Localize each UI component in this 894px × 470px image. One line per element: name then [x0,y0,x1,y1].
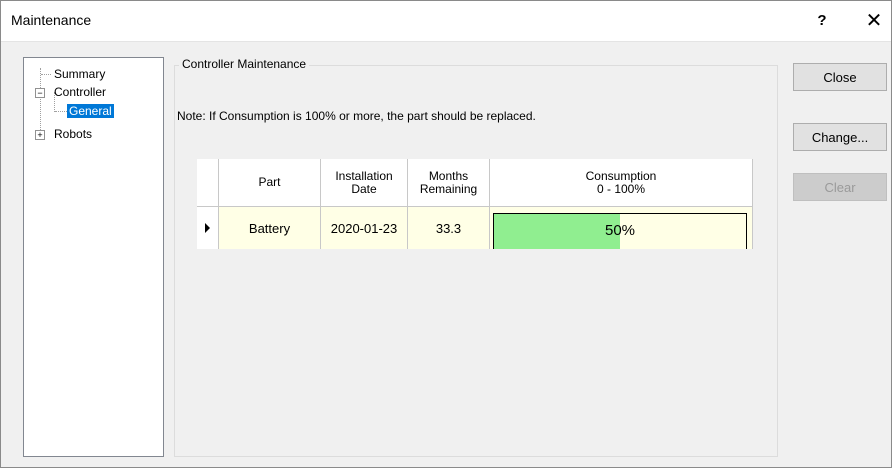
column-header-part[interactable]: Part [219,159,321,207]
change-button[interactable]: Change... [793,123,887,151]
row-selector-arrow-icon [205,223,210,233]
tree-item-robots[interactable]: Robots [54,126,92,142]
tree-item-general[interactable]: General [67,103,114,119]
tree-item-label: Controller [54,85,107,99]
column-header-consumption[interactable]: Consumption 0 - 100% [490,159,753,207]
expand-icon[interactable]: + [35,130,45,140]
tree-connector-line [55,111,67,112]
consumption-percent-text: 50% [604,222,636,239]
title-bar: Maintenance ? ✕ [1,1,891,42]
clear-button[interactable]: Clear [793,173,887,201]
tree-connector-line [40,68,41,136]
tree-item-label: General [67,104,114,118]
column-header-label: Months Remaining [419,168,478,196]
tree-item-controller[interactable]: Controller [54,84,106,100]
column-header-label: Part [258,175,281,189]
collapse-icon[interactable]: − [35,88,45,98]
help-button[interactable]: ? [807,7,837,35]
column-header-months-remaining[interactable]: Months Remaining [408,159,490,207]
column-header-label: Consumption 0 - 100% [585,168,657,196]
grid-corner-header [197,159,219,207]
row-header[interactable] [197,207,219,249]
tree-item-label: Summary [54,67,106,81]
column-header-installation-date[interactable]: Installation Date [321,159,408,207]
tree-connector-line [41,74,51,75]
consumption-progress-bar: 50% [493,213,747,249]
close-window-button[interactable]: ✕ [859,7,889,35]
column-header-label: Installation Date [335,168,393,196]
close-button[interactable]: Close [793,63,887,91]
navigation-tree[interactable]: Summary − Controller General + Robots [23,57,164,457]
maintenance-grid: Part Installation Date Months Remaining … [197,159,753,249]
window-title: Maintenance [11,12,92,28]
replacement-note: Note: If Consumption is 100% or more, th… [177,109,536,123]
maintenance-dialog: Maintenance ? ✕ Summary − Controller Gen… [0,0,892,468]
group-title: Controller Maintenance [179,57,310,71]
tree-item-label: Robots [54,127,93,141]
controller-maintenance-group [174,65,778,457]
cell-installation-date[interactable]: 2020-01-23 [321,207,408,249]
tree-item-summary[interactable]: Summary [54,66,105,82]
cell-part[interactable]: Battery [219,207,321,249]
cell-months-remaining[interactable]: 33.3 [408,207,490,249]
